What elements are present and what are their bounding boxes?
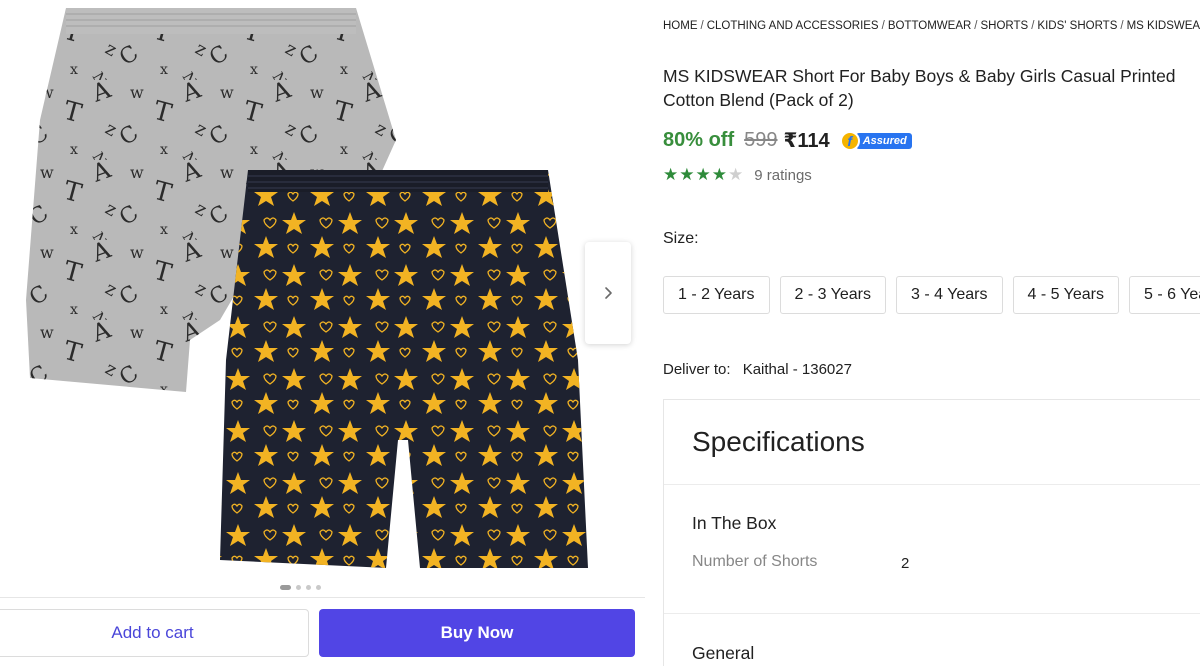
specifications-panel: Specifications In The Box Number of Shor… (663, 399, 1200, 666)
star-rating: ★ ★ ★ ★ ★ (663, 165, 743, 185)
in-the-box-title: In The Box (692, 513, 777, 533)
specifications-title: Specifications (692, 426, 865, 457)
original-price: 599 (744, 129, 778, 151)
size-option-4-5[interactable]: 4 - 5 Years (1012, 276, 1119, 314)
carousel-dot[interactable] (280, 585, 291, 590)
assured-logo-icon: f (839, 130, 860, 151)
size-option-1-2[interactable]: 1 - 2 Years (663, 276, 770, 314)
size-option-2-3[interactable]: 2 - 3 Years (779, 276, 886, 314)
star-icon: ★ (711, 165, 727, 184)
size-option-5-6[interactable]: 5 - 6 Years (1129, 276, 1200, 314)
star-icon: ★ (695, 165, 711, 184)
breadcrumb-kids-shorts[interactable]: KIDS' SHORTS (1037, 20, 1117, 32)
star-empty-icon: ★ (728, 165, 744, 184)
deliver-label: Deliver to: (663, 361, 731, 378)
carousel-dots (280, 585, 321, 590)
carousel-dot[interactable] (296, 585, 301, 590)
spec-key-number-of-shorts: Number of Shorts (692, 553, 818, 570)
delivery-location[interactable]: Kaithal - 136027 (743, 361, 852, 378)
star-icon: ★ (679, 165, 695, 184)
rating-row: ★ ★ ★ ★ ★ 9 ratings (663, 165, 812, 185)
action-bar: Add to cart Buy Now (0, 597, 645, 666)
add-to-cart-button[interactable]: Add to cart (0, 609, 309, 657)
chevron-right-icon (605, 287, 612, 299)
divider (664, 484, 1200, 485)
product-title: MS KIDSWEAR Short For Baby Boys & Baby G… (663, 66, 1176, 110)
breadcrumb-bottomwear[interactable]: BOTTOMWEAR (888, 20, 971, 32)
product-image[interactable]: A w T z C x N (0, 0, 600, 580)
breadcrumb-home[interactable]: HOME (663, 20, 698, 32)
assured-badge: f Assured (839, 130, 912, 151)
price-row: 80% off 599 ₹114 f Assured (663, 128, 912, 153)
selling-price: ₹114 (783, 130, 830, 152)
size-option-3-4[interactable]: 3 - 4 Years (896, 276, 1003, 314)
product-details: HOME / CLOTHING AND ACCESSORIES / BOTTOMWEAR… (663, 0, 1200, 666)
spec-value-number-of-shorts: 2 (901, 555, 910, 572)
general-title: General (692, 643, 755, 663)
navy-shorts-illustration (220, 170, 588, 568)
discount-percent: 80% off (663, 129, 735, 151)
delivery-info: Deliver to: Kaithal - 136027 (663, 361, 852, 378)
product-gallery: A w T z C x N (0, 0, 645, 666)
buy-now-button[interactable]: Buy Now (319, 609, 635, 657)
breadcrumb-shorts[interactable]: SHORTS (981, 20, 1029, 32)
assured-label: Assured (855, 132, 912, 149)
divider (664, 613, 1200, 614)
carousel-dot[interactable] (306, 585, 311, 590)
breadcrumb: HOME / CLOTHING AND ACCESSORIES / BOTTOMWEAR… (663, 20, 1200, 32)
rating-count[interactable]: 9 ratings (754, 167, 812, 184)
size-options: 1 - 2 Years 2 - 3 Years 3 - 4 Years 4 - … (663, 276, 1200, 314)
size-label: Size: (663, 230, 699, 247)
star-icon: ★ (663, 165, 679, 184)
breadcrumb-clothing[interactable]: CLOTHING AND ACCESSORIES (707, 20, 879, 32)
next-image-button[interactable] (585, 242, 631, 344)
carousel-dot[interactable] (316, 585, 321, 590)
breadcrumb-brand[interactable]: MS KIDSWEAR (1127, 20, 1200, 32)
